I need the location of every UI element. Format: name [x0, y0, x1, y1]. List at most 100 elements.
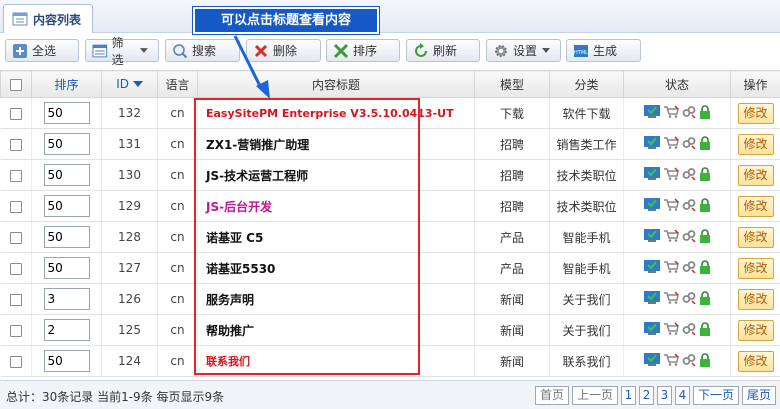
html-icon[interactable]: [643, 167, 660, 181]
generate-button[interactable]: HTML 生成: [566, 39, 641, 62]
html-icon[interactable]: [643, 260, 660, 274]
lock-icon[interactable]: [699, 167, 711, 181]
row-checkbox-cell[interactable]: [0, 190, 32, 222]
html-icon[interactable]: [643, 136, 660, 150]
row-title-link[interactable]: 服务声明: [197, 283, 475, 315]
row-checkbox[interactable]: [9, 138, 22, 151]
html-icon[interactable]: [643, 322, 660, 336]
row-checkbox[interactable]: [9, 262, 22, 275]
row-title-link[interactable]: 联系我们: [197, 345, 475, 377]
settings-button[interactable]: 设置: [486, 39, 561, 62]
edit-button[interactable]: 修改: [737, 195, 774, 217]
order-input[interactable]: [43, 257, 90, 279]
cart-icon[interactable]: [663, 291, 679, 305]
link-icon[interactable]: [682, 291, 696, 305]
edit-button[interactable]: 修改: [737, 102, 774, 124]
edit-button[interactable]: 修改: [737, 226, 774, 248]
row-checkbox-cell[interactable]: [0, 97, 32, 129]
edit-button[interactable]: 修改: [737, 288, 774, 310]
header-order[interactable]: 排序: [31, 70, 102, 98]
row-checkbox-cell[interactable]: [0, 128, 32, 160]
row-checkbox-cell[interactable]: [0, 314, 32, 346]
lock-icon[interactable]: [699, 291, 711, 305]
row-title-link[interactable]: JS-后台开发: [197, 190, 475, 222]
order-input[interactable]: [43, 133, 90, 155]
row-title-link[interactable]: 帮助推广: [197, 314, 475, 346]
row-checkbox[interactable]: [9, 324, 22, 337]
order-input[interactable]: [43, 319, 90, 341]
last-page-button[interactable]: 尾页: [741, 386, 776, 405]
cart-icon[interactable]: [663, 322, 679, 336]
html-icon[interactable]: [643, 229, 660, 243]
select-all-checkbox[interactable]: [10, 78, 22, 91]
row-checkbox[interactable]: [9, 169, 22, 182]
order-input[interactable]: [43, 102, 90, 124]
refresh-button[interactable]: 刷新: [406, 39, 480, 62]
html-icon[interactable]: [643, 198, 660, 212]
row-checkbox[interactable]: [9, 200, 22, 213]
cart-icon[interactable]: [663, 353, 679, 367]
row-checkbox-cell[interactable]: [0, 221, 32, 253]
row-checkbox[interactable]: [9, 355, 22, 368]
link-icon[interactable]: [682, 136, 696, 150]
search-button[interactable]: 搜索: [165, 39, 240, 62]
cart-icon[interactable]: [663, 260, 679, 274]
link-icon[interactable]: [682, 198, 696, 212]
order-input[interactable]: [43, 164, 90, 186]
row-checkbox-cell[interactable]: [0, 345, 32, 377]
row-checkbox-cell[interactable]: [0, 159, 32, 191]
lock-icon[interactable]: [699, 353, 711, 367]
cart-icon[interactable]: [663, 198, 679, 212]
cart-icon[interactable]: [663, 105, 679, 119]
row-title-link[interactable]: EasySitePM Enterprise V3.5.10.0413-UT: [197, 97, 475, 129]
html-icon[interactable]: [643, 105, 660, 119]
header-id[interactable]: ID: [101, 70, 158, 98]
row-checkbox[interactable]: [9, 293, 22, 306]
row-title-link[interactable]: ZX1-营销推广助理: [197, 128, 475, 160]
order-input[interactable]: [43, 195, 90, 217]
header-checkbox-cell[interactable]: [0, 70, 32, 98]
row-checkbox[interactable]: [9, 107, 22, 120]
link-icon[interactable]: [682, 353, 696, 367]
link-icon[interactable]: [682, 322, 696, 336]
link-icon[interactable]: [682, 229, 696, 243]
edit-button[interactable]: 修改: [737, 257, 774, 279]
link-icon[interactable]: [682, 167, 696, 181]
edit-button[interactable]: 修改: [737, 350, 774, 372]
cart-icon[interactable]: [663, 136, 679, 150]
row-checkbox-cell[interactable]: [0, 283, 32, 315]
lock-icon[interactable]: [699, 260, 711, 274]
lock-icon[interactable]: [699, 105, 711, 119]
tab-content-list[interactable]: 内容列表: [3, 4, 93, 33]
order-input[interactable]: [43, 226, 90, 248]
html-icon[interactable]: [643, 353, 660, 367]
row-title-link[interactable]: 诺基亚 C5: [197, 221, 475, 253]
lock-icon[interactable]: [699, 229, 711, 243]
order-input[interactable]: [43, 288, 90, 310]
lock-icon[interactable]: [699, 136, 711, 150]
page-2-button[interactable]: 2: [638, 386, 654, 405]
select-all-button[interactable]: 全选: [5, 39, 79, 62]
page-1-button[interactable]: 1: [620, 386, 636, 405]
edit-button[interactable]: 修改: [737, 164, 774, 186]
edit-button[interactable]: 修改: [737, 133, 774, 155]
delete-button[interactable]: 删除: [246, 39, 321, 62]
cart-icon[interactable]: [663, 229, 679, 243]
row-checkbox[interactable]: [9, 231, 22, 244]
lock-icon[interactable]: [699, 322, 711, 336]
sort-button[interactable]: 排序: [326, 39, 400, 62]
row-title-link[interactable]: JS-技术运营工程师: [197, 159, 475, 191]
link-icon[interactable]: [682, 260, 696, 274]
lock-icon[interactable]: [699, 198, 711, 212]
edit-button[interactable]: 修改: [737, 319, 774, 341]
row-checkbox-cell[interactable]: [0, 252, 32, 284]
link-icon[interactable]: [682, 105, 696, 119]
row-title-link[interactable]: 诺基亚5530: [197, 252, 475, 284]
filter-button[interactable]: 筛选: [85, 36, 159, 67]
order-input[interactable]: [43, 350, 90, 372]
page-4-button[interactable]: 4: [674, 386, 690, 405]
cart-icon[interactable]: [663, 167, 679, 181]
html-icon[interactable]: [643, 291, 660, 305]
next-page-button[interactable]: 下一页: [692, 386, 739, 405]
first-page-button[interactable]: 首页: [534, 386, 569, 405]
